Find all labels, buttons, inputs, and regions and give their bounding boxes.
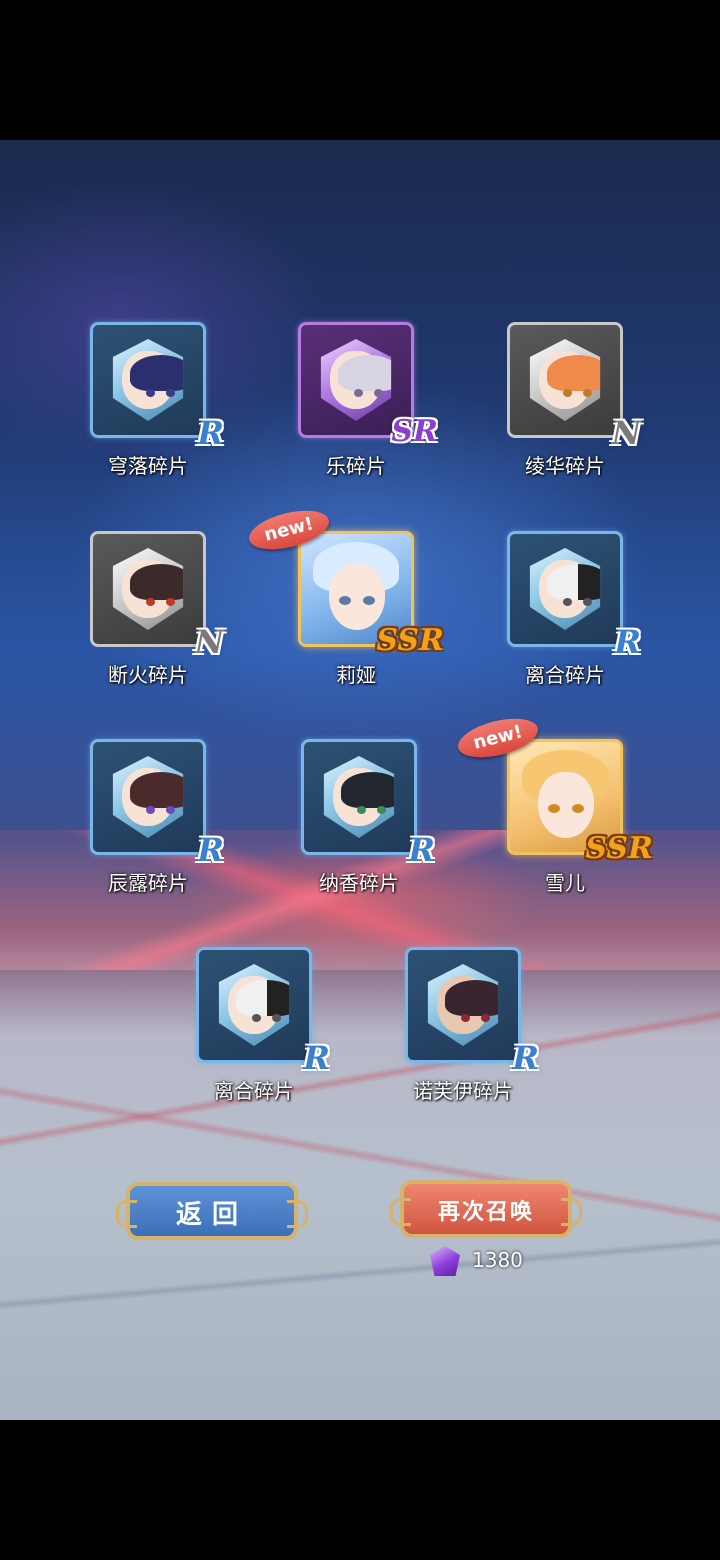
rarity-badge: R (512, 1039, 539, 1077)
back-button[interactable]: 返回 (116, 1182, 308, 1240)
card-label: 雪儿 (545, 871, 585, 895)
shard-hex-icon (320, 339, 392, 421)
reward-card-qiongluo[interactable]: R 穹落碎片 (70, 322, 230, 492)
reward-card-liya[interactable]: new! SSR 莉娅 (245, 503, 444, 701)
reward-card-lihe-2[interactable]: R 离合碎片 (176, 947, 336, 1117)
card-frame (90, 531, 206, 647)
reward-card-xueer[interactable]: new! SSR 雪儿 (454, 711, 653, 909)
rarity-badge: R (408, 831, 435, 869)
cracked-floor (0, 960, 720, 1420)
rarity-badge: R (197, 414, 224, 452)
character-face (333, 768, 395, 826)
card-frame (405, 947, 521, 1063)
character-face (437, 976, 499, 1034)
card-frame (301, 739, 417, 855)
card-frame (507, 322, 623, 438)
character-face (228, 976, 290, 1034)
card-frame (90, 739, 206, 855)
shard-hex-icon (112, 756, 184, 838)
reward-card-le[interactable]: SR 乐碎片 (278, 322, 438, 492)
rarity-badge: SR (391, 414, 438, 449)
rarity-badge: SSR (376, 623, 444, 658)
character-face (330, 351, 392, 409)
card-frame (90, 322, 206, 438)
card-label: 莉娅 (336, 663, 376, 687)
reward-card-nuofuyi[interactable]: R 诺芙伊碎片 (385, 947, 545, 1117)
card-frame (507, 531, 623, 647)
summon-again-button[interactable]: 再次召唤 (390, 1180, 582, 1238)
reward-card-lihe[interactable]: R 离合碎片 (487, 531, 647, 701)
reward-card-duanhuo[interactable]: N 断火碎片 (70, 531, 230, 701)
card-label: 乐碎片 (326, 454, 386, 478)
character-face (539, 560, 601, 618)
rarity-badge: R (197, 831, 224, 869)
reward-card-naxiang[interactable]: R 纳香碎片 (281, 739, 441, 909)
character-face (122, 351, 184, 409)
character-face (122, 768, 184, 826)
summon-cost: 1380 (472, 1248, 523, 1272)
card-label: 穹落碎片 (108, 454, 188, 478)
card-label: 诺芙伊碎片 (413, 1079, 513, 1103)
character-face (122, 560, 184, 618)
shard-hex-icon (529, 339, 601, 421)
card-label: 离合碎片 (214, 1079, 294, 1103)
reward-card-chenlu[interactable]: R 辰露碎片 (70, 739, 230, 909)
rarity-badge: R (614, 623, 641, 661)
shard-hex-icon (112, 339, 184, 421)
card-label: 纳香碎片 (319, 871, 399, 895)
shard-hex-icon (529, 548, 601, 630)
rarity-badge: N (194, 623, 224, 661)
card-label: 绫华碎片 (525, 454, 605, 478)
shard-hex-icon (427, 964, 499, 1046)
reward-card-linghua[interactable]: N 绫华碎片 (487, 322, 647, 492)
shard-hex-icon (218, 964, 290, 1046)
card-label: 离合碎片 (525, 663, 605, 687)
rarity-badge: SSR (585, 831, 653, 866)
shard-hex-icon (323, 756, 395, 838)
card-label: 辰露碎片 (108, 871, 188, 895)
card-frame (196, 947, 312, 1063)
rarity-badge: N (611, 414, 641, 452)
rarity-badge: R (303, 1039, 330, 1077)
shard-hex-icon (112, 548, 184, 630)
card-label: 断火碎片 (108, 663, 188, 687)
character-face (539, 351, 601, 409)
